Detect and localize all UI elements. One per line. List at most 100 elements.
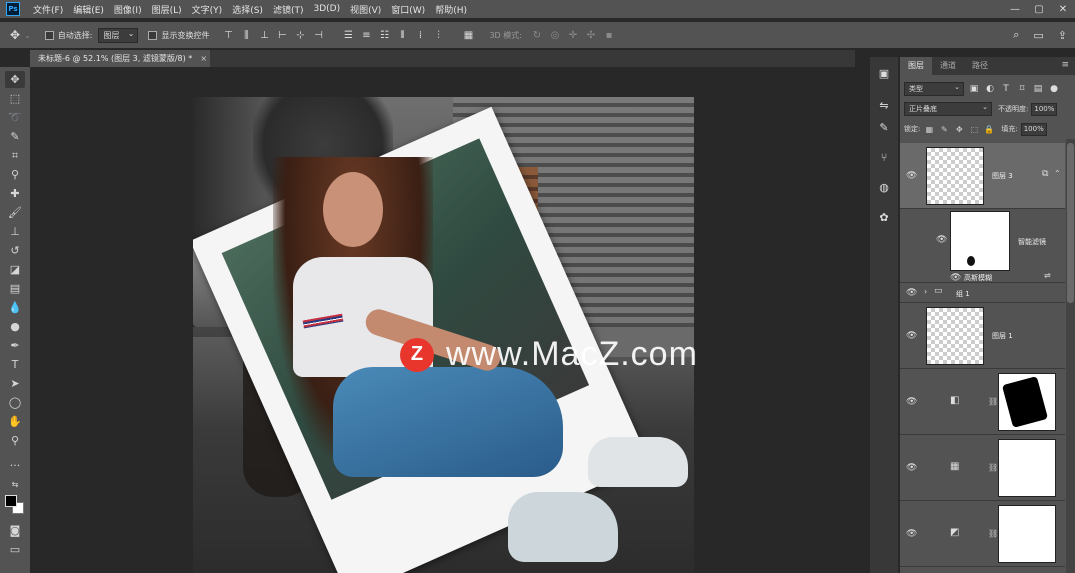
layers-scrollbar[interactable] (1066, 139, 1075, 573)
distribute-top-icon[interactable]: ☰ (341, 28, 355, 42)
path-select-tool-icon[interactable]: ➤ (5, 375, 25, 392)
menu-file[interactable]: 文件(F) (28, 3, 68, 16)
show-transform-checkbox[interactable] (148, 30, 158, 40)
distribute-bottom-icon[interactable]: ☷ (377, 28, 391, 42)
auto-align-icon[interactable]: ▦ (461, 28, 475, 42)
align-bottom-icon[interactable]: ⊥ (257, 28, 271, 42)
marquee-tool-icon[interactable]: ⬚ (5, 90, 25, 107)
tab-channels[interactable]: 通道 (932, 57, 964, 75)
tab-paths[interactable]: 路径 (964, 57, 996, 75)
hand-tool-icon[interactable]: ✋ (5, 413, 25, 430)
menu-layer[interactable]: 图层(L) (147, 3, 187, 16)
stamp-tool-icon[interactable]: ⊥ (5, 223, 25, 240)
filter-kind-dropdown[interactable]: 类型 (904, 81, 964, 96)
layer1-eye-icon[interactable]: 👁 (906, 331, 917, 341)
lock-transparent-icon[interactable]: ▦ (923, 125, 935, 134)
swap-colors-icon[interactable]: ⇆ (5, 476, 25, 493)
dodge-tool-icon[interactable]: ● (5, 318, 25, 335)
layer-row-smart-filter[interactable]: 👁 智能滤镜 👁 高斯模糊 ⇌ (900, 209, 1065, 283)
panel-menu-icon[interactable]: ≡ (1061, 60, 1069, 70)
align-right-icon[interactable]: ⊣ (311, 28, 325, 42)
opacity-input[interactable]: 100% (1031, 102, 1058, 116)
link-chain-icon[interactable]: ⛓ (988, 463, 998, 472)
filter-options-icon[interactable]: ⇌ (1044, 271, 1051, 280)
3d-rotate-icon[interactable]: ↻ (530, 28, 544, 42)
workspace-icon[interactable]: ▭ (1033, 29, 1043, 42)
menu-filter[interactable]: 滤镜(T) (268, 3, 309, 16)
maximize-button[interactable]: ▢ (1027, 0, 1051, 18)
layer-row-adjustment-2[interactable]: 👁 ▦ ⛓ (900, 435, 1065, 501)
search-icon[interactable]: ⌕ (1013, 28, 1019, 42)
adjustment2-mask-thumbnail[interactable] (998, 439, 1056, 497)
link-chain-icon[interactable]: ⛓ (988, 529, 998, 538)
character-panel-icon[interactable]: ⑂ (875, 149, 893, 166)
3d-pan-icon[interactable]: ✛ (566, 28, 580, 42)
close-tab-icon[interactable]: × (200, 54, 207, 63)
shape-tool-icon[interactable]: ◯ (5, 394, 25, 411)
layer-row-adjustment-1[interactable]: 👁 ◧ ⛓ (900, 369, 1065, 435)
menu-3d[interactable]: 3D(D) (308, 4, 345, 14)
menu-window[interactable]: 窗口(W) (386, 3, 430, 16)
filter-type-icon[interactable]: T (1000, 83, 1012, 95)
group-expand-icon[interactable]: › (924, 287, 927, 296)
fill-input[interactable]: 100% (1020, 122, 1047, 136)
auto-select-checkbox[interactable] (44, 30, 54, 40)
gradient-tool-icon[interactable]: ▤ (5, 280, 25, 297)
distribute-vcenter-icon[interactable]: ≡ (359, 28, 373, 42)
group1-eye-icon[interactable]: 👁 (906, 288, 917, 298)
layer-row-layer3[interactable]: 👁 图层 3 ⧉ ⌃ (900, 143, 1065, 209)
adjustment2-eye-icon[interactable]: 👁 (906, 463, 917, 473)
3d-roll-icon[interactable]: ◎ (548, 28, 562, 42)
gaussian-blur-eye-icon[interactable]: 👁 (950, 273, 961, 283)
lock-position-icon[interactable]: ✥ (953, 125, 965, 134)
menu-view[interactable]: 视图(V) (345, 3, 386, 16)
auto-select-dropdown[interactable]: 图层 (98, 27, 139, 43)
filter-pixel-icon[interactable]: ▣ (968, 83, 980, 95)
align-hcenter-icon[interactable]: ⊹ (293, 28, 307, 42)
quick-mask-icon[interactable]: ◙ (5, 522, 25, 539)
smart-filter-eye-icon[interactable]: 👁 (936, 235, 947, 245)
align-vcenter-icon[interactable]: ⫼ (239, 28, 253, 42)
brush-tool-icon[interactable]: 🖌 (5, 204, 25, 221)
pen-tool-icon[interactable]: ✒ (5, 337, 25, 354)
minimize-button[interactable]: — (1003, 0, 1027, 18)
history-brush-tool-icon[interactable]: ↺ (5, 242, 25, 259)
zoom-tool-icon[interactable]: ⚲ (5, 432, 25, 449)
filter-shape-icon[interactable]: ⌑ (1016, 83, 1028, 95)
align-top-icon[interactable]: ⊤ (221, 28, 235, 42)
tab-layers[interactable]: 图层 (900, 57, 932, 75)
quick-select-tool-icon[interactable]: ✎ (5, 128, 25, 145)
chevron-down-icon[interactable]: ⌄ (24, 31, 31, 40)
link-chain-icon[interactable]: ⛓ (988, 397, 998, 406)
healing-brush-tool-icon[interactable]: ✚ (5, 185, 25, 202)
lock-pixels-icon[interactable]: ✎ (938, 125, 950, 134)
lock-all-icon[interactable]: 🔒 (983, 125, 995, 134)
foreground-color-swatch[interactable] (5, 495, 17, 507)
share-icon[interactable]: ⇪ (1058, 29, 1067, 42)
distribute-hcenter-icon[interactable]: ⁞ (413, 28, 427, 42)
blur-tool-icon[interactable]: 💧 (5, 299, 25, 316)
adjustment1-mask-thumbnail[interactable] (998, 373, 1056, 431)
align-left-icon[interactable]: ⊢ (275, 28, 289, 42)
menu-edit[interactable]: 编辑(E) (68, 3, 109, 16)
adjustment3-eye-icon[interactable]: 👁 (906, 529, 917, 539)
adjustment1-eye-icon[interactable]: 👁 (906, 397, 917, 407)
3d-scale-icon[interactable]: ▪ (602, 28, 616, 42)
screen-mode-icon[interactable]: ▭ (5, 541, 25, 558)
adjustments-panel-icon[interactable]: ⇋ (875, 97, 893, 114)
document-tab[interactable]: 未标题-6 @ 52.1% (图层 3, 滤镜蒙版/8) * × (30, 50, 210, 67)
filter-toggle-icon[interactable]: ● (1048, 83, 1060, 95)
blend-mode-dropdown[interactable]: 正片叠底 (904, 101, 992, 116)
visibility-eye-icon[interactable]: 👁 (906, 171, 917, 181)
distribute-left-icon[interactable]: ⦀ (395, 28, 409, 42)
history-panel-icon[interactable]: ▣ (875, 65, 893, 82)
styles-panel-icon[interactable]: ✿ (875, 209, 893, 226)
type-tool-icon[interactable]: T (5, 356, 25, 373)
filter-adjust-icon[interactable]: ◐ (984, 83, 996, 95)
crop-tool-icon[interactable]: ⌗ (5, 147, 25, 164)
layer-row-layer1[interactable]: 👁 图层 1 (900, 303, 1065, 369)
collapse-effects-icon[interactable]: ⌃ (1054, 169, 1061, 178)
menu-image[interactable]: 图像(I) (109, 3, 147, 16)
eyedropper-tool-icon[interactable]: ⚲ (5, 166, 25, 183)
menu-select[interactable]: 选择(S) (227, 3, 268, 16)
